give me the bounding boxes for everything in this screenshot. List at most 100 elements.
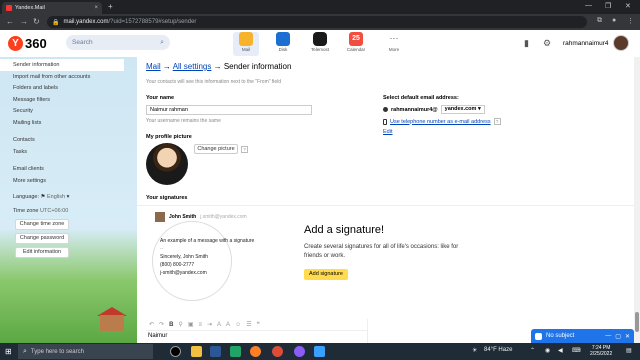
profile-picture (146, 143, 188, 185)
sidebar-item-email-clients[interactable]: Email clients (0, 163, 137, 175)
notifications-icon[interactable]: ▤ (626, 347, 632, 354)
search-icon[interactable]: ⌕ (160, 39, 164, 47)
address-bar[interactable]: 🔒 mail.yandex.com/?uid=1572788579#setup/… (47, 16, 587, 28)
tray-chevron-icon[interactable]: ⌃ (530, 347, 535, 354)
bold-icon[interactable]: B (169, 322, 173, 328)
service-calendar[interactable]: 25 Calendar (343, 32, 369, 52)
signature-editor-text[interactable]: Naimur (148, 333, 167, 339)
quote-icon[interactable]: ❝ (257, 321, 260, 328)
sidebar-item-tasks[interactable]: Tasks (0, 146, 137, 158)
weather-icon[interactable]: ☀ (472, 347, 477, 354)
font-color-icon[interactable]: A (226, 322, 230, 328)
align-icon[interactable]: ≡ (198, 322, 202, 328)
service-mail[interactable]: Mail (233, 32, 259, 56)
sidebar-item-security[interactable]: Security (0, 105, 137, 117)
forward-icon[interactable]: → (20, 17, 28, 26)
email-radio[interactable] (383, 107, 388, 112)
browser-tabstrip: Yandex.Mail × + — ❐ ✕ (0, 0, 640, 14)
edit-information-button[interactable]: Edit information (15, 247, 69, 258)
avatar[interactable] (613, 35, 629, 51)
search-input[interactable]: Search ⌕ (66, 35, 170, 50)
weather-text[interactable]: 84°F Haze (484, 347, 512, 353)
service-more[interactable]: ⋯ More (381, 32, 407, 52)
sidebar-item-import-mail[interactable]: Import mail from other accounts (0, 71, 137, 83)
compose-minimize-icon[interactable]: — (605, 333, 611, 339)
email-domain-select[interactable]: yandex.com ▾ (440, 105, 485, 114)
word-icon[interactable] (210, 346, 221, 357)
network-icon[interactable]: ◉ (545, 347, 550, 354)
sidebar-item-sender-information[interactable]: Sender information (0, 59, 124, 71)
text-size-icon[interactable]: A (217, 322, 221, 328)
breadcrumb: Mail → All settings → Sender information (146, 62, 292, 71)
chrome-icon[interactable] (272, 346, 283, 357)
language-setting[interactable]: Language: ⚑ English ▾ (0, 192, 137, 202)
change-password-button[interactable]: Change password (15, 233, 69, 244)
window-close-icon[interactable]: ✕ (625, 2, 631, 10)
phone-as-email-link[interactable]: Use telephone number as e-mail address (390, 119, 491, 125)
emoji-icon[interactable]: ☺ (235, 322, 241, 328)
your-name-field[interactable]: Naimur rahman (146, 105, 312, 115)
compose-minimized-window[interactable]: No subject — ▢ ✕ (531, 329, 634, 343)
messenger-icon[interactable] (294, 346, 305, 357)
taskbar-search-input[interactable]: ⌕ Type here to search (18, 344, 153, 359)
sidebar-item-mailing-lists[interactable]: Mailing lists (0, 117, 137, 129)
indent-icon[interactable]: ⇥ (207, 321, 212, 328)
breadcrumb-mail-link[interactable]: Mail (146, 62, 161, 71)
volume-icon[interactable]: ◀ (558, 347, 563, 354)
search-placeholder: Search (72, 39, 93, 46)
tab-title: Yandex.Mail (15, 5, 45, 11)
service-disk[interactable]: Disk (270, 32, 296, 52)
yandex-favicon-icon (6, 5, 12, 11)
task-view-icon[interactable] (170, 346, 181, 357)
picture-help-icon[interactable]: ? (241, 146, 248, 153)
wallet-icon[interactable]: ▮ (524, 38, 529, 49)
compose-expand-icon[interactable]: ▢ (615, 333, 621, 340)
breadcrumb-all-settings-link[interactable]: All settings (173, 62, 212, 71)
file-explorer-icon[interactable] (191, 346, 202, 357)
sidebar-item-more-settings[interactable]: More settings (0, 175, 137, 187)
edit-email-link[interactable]: Edit (383, 129, 392, 135)
menu-icon[interactable]: ⋮ (627, 17, 634, 25)
firefox-icon[interactable] (250, 346, 261, 357)
profile-icon[interactable]: ● (612, 17, 616, 24)
list-icon[interactable]: ☰ (246, 321, 251, 328)
settings-gear-icon[interactable]: ⚙ (543, 38, 551, 49)
new-tab-button[interactable]: + (108, 3, 113, 11)
change-timezone-button[interactable]: Change time zone (15, 219, 69, 230)
page-scrollbar[interactable] (634, 57, 640, 343)
browser-icon[interactable] (314, 346, 325, 357)
browser-tab[interactable]: Yandex.Mail × (2, 2, 102, 14)
taskbar-clock[interactable]: 7:24 PM 2/25/2022 (590, 345, 612, 357)
yandex-360-logo[interactable]: Y 360 (8, 36, 47, 51)
redo-icon[interactable]: ↷ (159, 321, 164, 328)
extensions-icon[interactable]: ⧉ (597, 17, 602, 25)
app-icon[interactable] (230, 346, 241, 357)
reload-icon[interactable]: ↻ (33, 17, 40, 26)
help-icon[interactable]: ? (493, 118, 501, 125)
compose-close-icon[interactable]: ✕ (625, 333, 630, 340)
tab-close-icon[interactable]: × (94, 5, 98, 11)
sidebar-item-folders-labels[interactable]: Folders and labels (0, 82, 137, 94)
undo-icon[interactable]: ↶ (149, 321, 154, 328)
link-icon[interactable]: ⚲ (178, 321, 182, 328)
change-picture-button[interactable]: Change picture (194, 144, 238, 154)
maximize-icon[interactable]: ❐ (605, 2, 611, 10)
disk-icon (276, 32, 290, 46)
back-icon[interactable]: ← (6, 17, 14, 26)
minimize-icon[interactable]: — (585, 2, 592, 9)
windows-start-icon[interactable]: ⊞ (5, 347, 12, 356)
scrollbar-thumb[interactable] (635, 312, 639, 332)
calendar-icon: 25 (349, 32, 363, 46)
mail-icon (239, 32, 253, 46)
add-signature-button[interactable]: Add signature (304, 269, 348, 280)
yandex-header: Y 360 Search ⌕ Mail Disk Telemost 25 Cal… (0, 30, 640, 57)
sidebar-item-contacts[interactable]: Contacts (0, 134, 137, 146)
default-email-label: Select default email address: (383, 95, 459, 101)
username[interactable]: rahmannaimur4 (563, 40, 609, 47)
compose-title[interactable]: No subject (546, 333, 601, 339)
sidebar-item-message-filters[interactable]: Message filters (0, 94, 137, 106)
keyboard-icon[interactable]: ⌨ (572, 347, 581, 354)
service-telemost[interactable]: Telemost (307, 32, 333, 52)
settings-sidebar: Sender information Import mail from othe… (0, 57, 137, 343)
image-icon[interactable]: ▣ (188, 321, 194, 328)
